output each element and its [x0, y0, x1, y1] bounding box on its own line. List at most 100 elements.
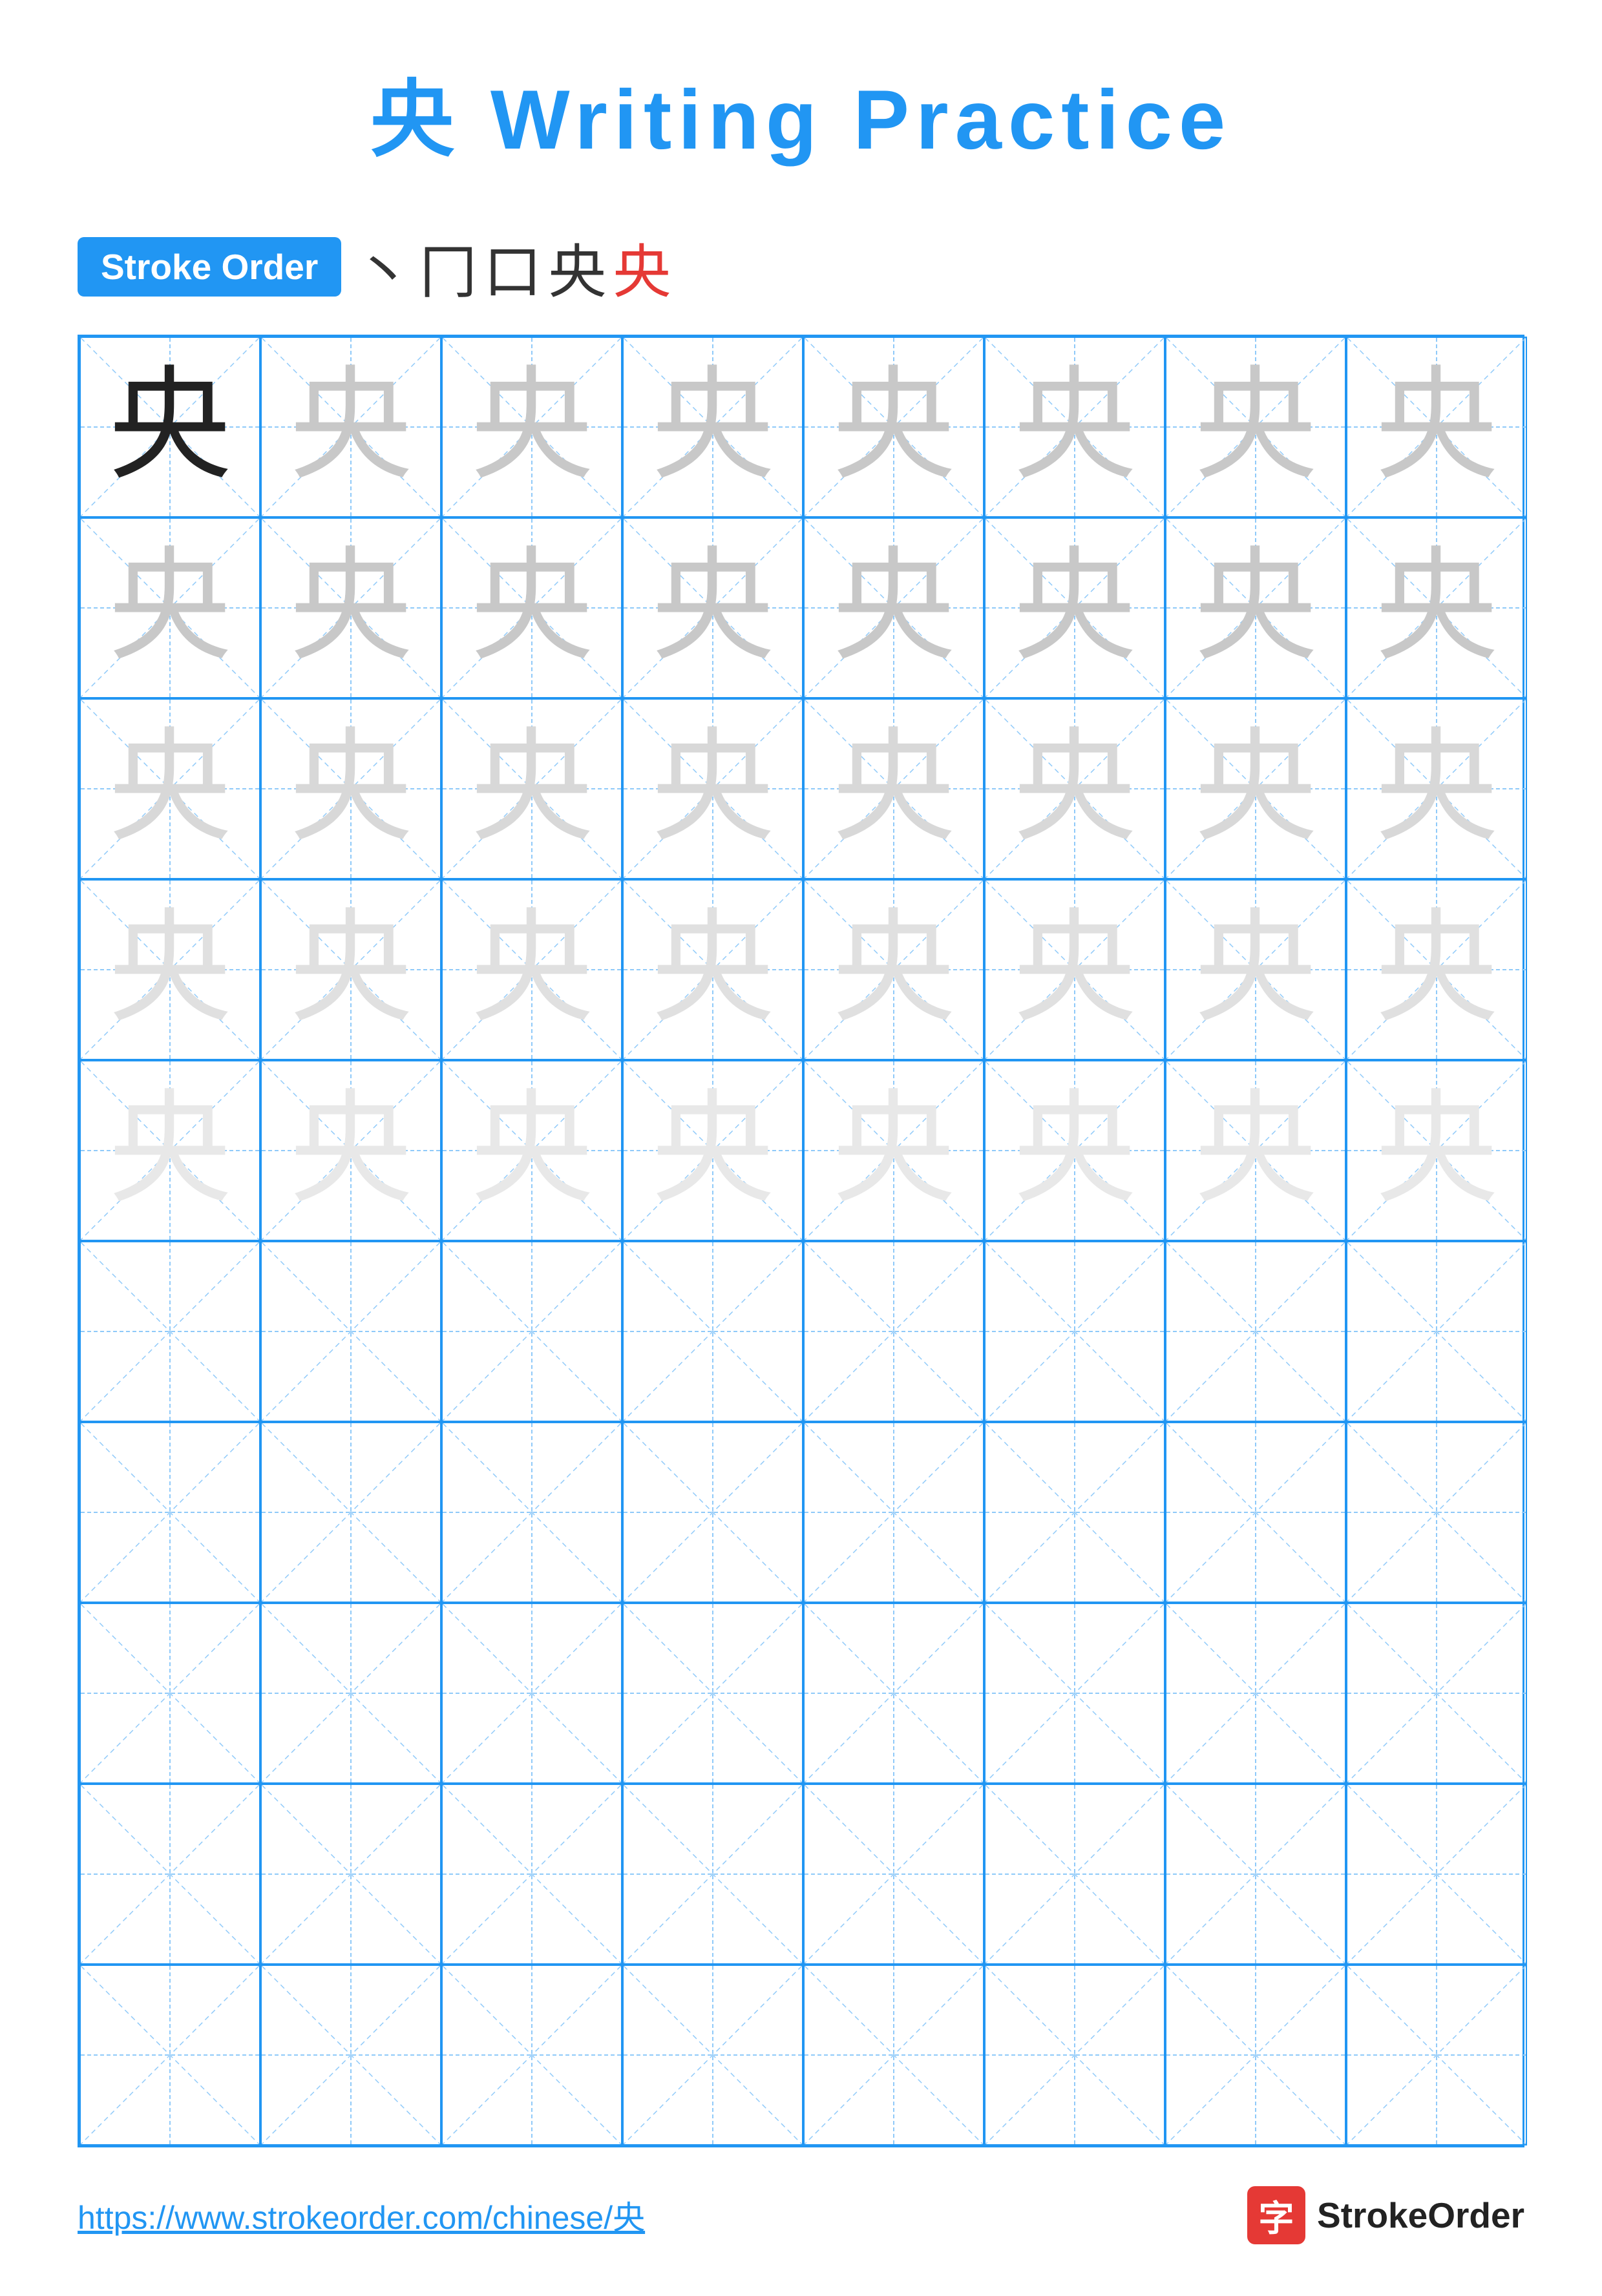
- grid-cell-r4c6[interactable]: 央: [984, 879, 1165, 1060]
- grid-cell-r3c3[interactable]: 央: [441, 698, 622, 879]
- grid-cell-r4c3[interactable]: 央: [441, 879, 622, 1060]
- grid-cell-r6c5[interactable]: [803, 1241, 984, 1422]
- grid-cell-r1c5[interactable]: 央: [803, 337, 984, 517]
- stroke-order-chars: 丶 冂 口 央 央: [354, 225, 671, 309]
- grid-cell-r9c8[interactable]: [1346, 1784, 1527, 1965]
- grid-cell-r2c1[interactable]: 央: [79, 517, 260, 698]
- grid-cell-r9c7[interactable]: [1165, 1784, 1346, 1965]
- grid-cell-r9c3[interactable]: [441, 1784, 622, 1965]
- grid-cell-r4c7[interactable]: 央: [1165, 879, 1346, 1060]
- footer-url-link[interactable]: https://www.strokeorder.com/chinese/央: [78, 2192, 645, 2239]
- grid-cell-r2c2[interactable]: 央: [260, 517, 441, 698]
- grid-cell-r8c2[interactable]: [260, 1603, 441, 1784]
- grid-cell-r1c4[interactable]: 央: [622, 337, 803, 517]
- footer-logo-text: StrokeOrder: [1317, 2195, 1524, 2236]
- grid-cell-r1c7[interactable]: 央: [1165, 337, 1346, 517]
- grid-cell-r7c5[interactable]: [803, 1422, 984, 1603]
- grid-cell-r8c1[interactable]: [79, 1603, 260, 1784]
- grid-cell-r10c4[interactable]: [622, 1965, 803, 2145]
- stroke-5-final: 央: [613, 225, 671, 309]
- grid-cell-r3c2[interactable]: 央: [260, 698, 441, 879]
- grid-cell-r6c6[interactable]: [984, 1241, 1165, 1422]
- page: 央 Writing Practice Stroke Order 丶 冂 口 央 …: [0, 0, 1602, 2296]
- grid-cell-r5c6[interactable]: 央: [984, 1060, 1165, 1241]
- grid-cell-r3c7[interactable]: 央: [1165, 698, 1346, 879]
- grid-cell-r8c7[interactable]: [1165, 1603, 1346, 1784]
- grid-cell-r6c2[interactable]: [260, 1241, 441, 1422]
- grid-cell-r10c2[interactable]: [260, 1965, 441, 2145]
- char-r1c6: 央: [1013, 366, 1136, 488]
- char-r1c5: 央: [832, 366, 955, 488]
- char-r5c6: 央: [1013, 1089, 1136, 1212]
- grid-cell-r2c8[interactable]: 央: [1346, 517, 1527, 698]
- grid-cell-r7c2[interactable]: [260, 1422, 441, 1603]
- grid-cell-r5c1[interactable]: 央: [79, 1060, 260, 1241]
- char-r3c1: 央: [109, 727, 231, 850]
- grid-cell-r4c5[interactable]: 央: [803, 879, 984, 1060]
- grid-cell-r7c4[interactable]: [622, 1422, 803, 1603]
- char-r2c3: 央: [470, 547, 593, 669]
- char-r1c3: 央: [470, 366, 593, 488]
- grid-cell-r9c2[interactable]: [260, 1784, 441, 1965]
- grid-cell-r3c1[interactable]: 央: [79, 698, 260, 879]
- grid-cell-r6c4[interactable]: [622, 1241, 803, 1422]
- grid-cell-r1c2[interactable]: 央: [260, 337, 441, 517]
- stroke-3: 口: [483, 225, 542, 309]
- grid-cell-r6c7[interactable]: [1165, 1241, 1346, 1422]
- grid-cell-r4c1[interactable]: 央: [79, 879, 260, 1060]
- char-r4c6: 央: [1013, 908, 1136, 1031]
- grid-cell-r10c8[interactable]: [1346, 1965, 1527, 2145]
- grid-cell-r7c1[interactable]: [79, 1422, 260, 1603]
- grid-cell-r4c8[interactable]: 央: [1346, 879, 1527, 1060]
- grid-cell-r1c6[interactable]: 央: [984, 337, 1165, 517]
- char-r5c7: 央: [1194, 1089, 1317, 1212]
- grid-cell-r8c3[interactable]: [441, 1603, 622, 1784]
- grid-cell-r5c3[interactable]: 央: [441, 1060, 622, 1241]
- grid-cell-r5c8[interactable]: 央: [1346, 1060, 1527, 1241]
- grid-cell-r8c6[interactable]: [984, 1603, 1165, 1784]
- char-r5c4: 央: [651, 1089, 774, 1212]
- grid-cell-r6c1[interactable]: [79, 1241, 260, 1422]
- grid-cell-r9c4[interactable]: [622, 1784, 803, 1965]
- grid-cell-r10c5[interactable]: [803, 1965, 984, 2145]
- grid-cell-r9c6[interactable]: [984, 1784, 1165, 1965]
- grid-cell-r7c7[interactable]: [1165, 1422, 1346, 1603]
- grid-cell-r10c7[interactable]: [1165, 1965, 1346, 2145]
- grid-cell-r3c8[interactable]: 央: [1346, 698, 1527, 879]
- grid-cell-r5c5[interactable]: 央: [803, 1060, 984, 1241]
- grid-cell-r2c3[interactable]: 央: [441, 517, 622, 698]
- char-r4c3: 央: [470, 908, 593, 1031]
- grid-cell-r1c3[interactable]: 央: [441, 337, 622, 517]
- grid-cell-r2c6[interactable]: 央: [984, 517, 1165, 698]
- stroke-order-badge: Stroke Order: [78, 237, 341, 297]
- grid-cell-r2c5[interactable]: 央: [803, 517, 984, 698]
- grid-cell-r3c4[interactable]: 央: [622, 698, 803, 879]
- grid-cell-r6c8[interactable]: [1346, 1241, 1527, 1422]
- grid-cell-r4c4[interactable]: 央: [622, 879, 803, 1060]
- grid-cell-r9c1[interactable]: [79, 1784, 260, 1965]
- grid-cell-r10c3[interactable]: [441, 1965, 622, 2145]
- char-r1c7: 央: [1194, 366, 1317, 488]
- grid-cell-r5c4[interactable]: 央: [622, 1060, 803, 1241]
- grid-cell-r3c6[interactable]: 央: [984, 698, 1165, 879]
- grid-cell-r4c2[interactable]: 央: [260, 879, 441, 1060]
- grid-cell-r5c2[interactable]: 央: [260, 1060, 441, 1241]
- grid-cell-r3c5[interactable]: 央: [803, 698, 984, 879]
- grid-cell-r6c3[interactable]: [441, 1241, 622, 1422]
- grid-cell-r8c4[interactable]: [622, 1603, 803, 1784]
- grid-cell-r7c3[interactable]: [441, 1422, 622, 1603]
- grid-cell-r2c7[interactable]: 央: [1165, 517, 1346, 698]
- grid-cell-r8c5[interactable]: [803, 1603, 984, 1784]
- grid-cell-r7c6[interactable]: [984, 1422, 1165, 1603]
- grid-cell-r1c8[interactable]: 央: [1346, 337, 1527, 517]
- grid-cell-r7c8[interactable]: [1346, 1422, 1527, 1603]
- grid-cell-r9c5[interactable]: [803, 1784, 984, 1965]
- grid-cell-r8c8[interactable]: [1346, 1603, 1527, 1784]
- grid-cell-r2c4[interactable]: 央: [622, 517, 803, 698]
- stroke-order-row: Stroke Order 丶 冂 口 央 央: [78, 225, 671, 309]
- char-r4c5: 央: [832, 908, 955, 1031]
- grid-cell-r10c6[interactable]: [984, 1965, 1165, 2145]
- grid-cell-r1c1[interactable]: 央: [79, 337, 260, 517]
- grid-cell-r10c1[interactable]: [79, 1965, 260, 2145]
- grid-cell-r5c7[interactable]: 央: [1165, 1060, 1346, 1241]
